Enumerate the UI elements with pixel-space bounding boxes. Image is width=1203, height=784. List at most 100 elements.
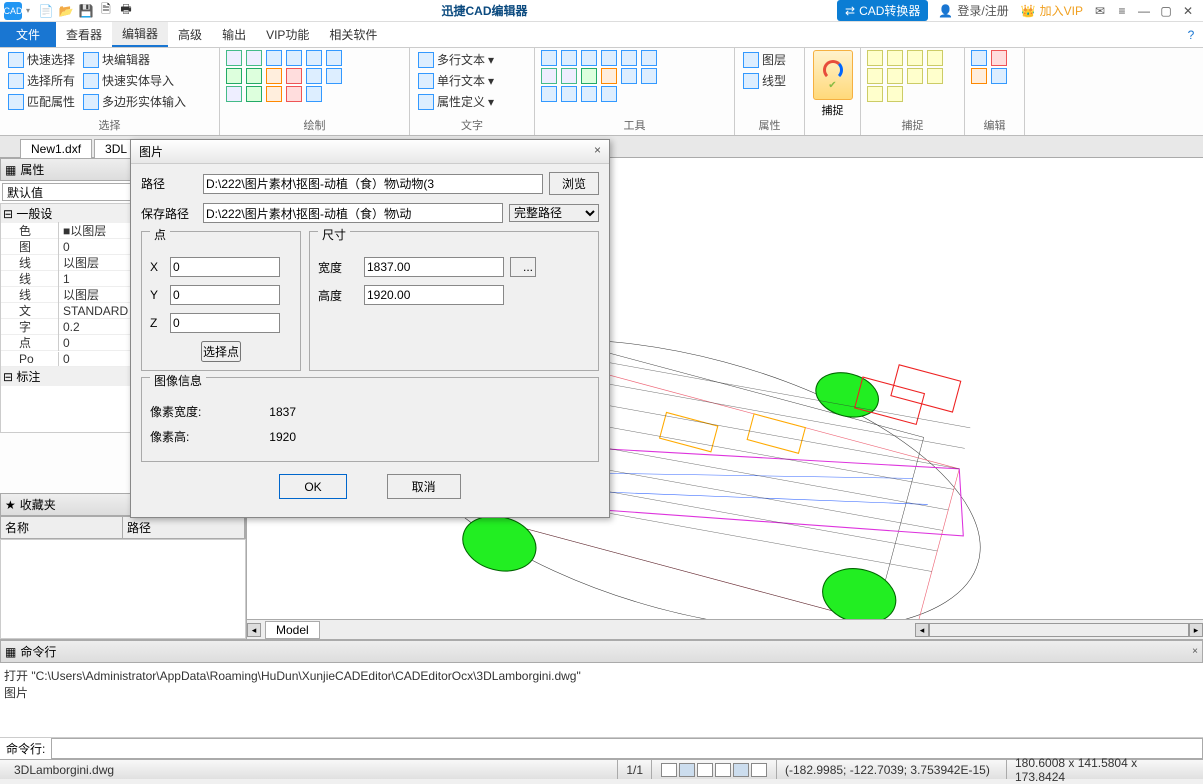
width-browse-button[interactable]: ... bbox=[510, 257, 536, 277]
rect-icon[interactable] bbox=[266, 50, 282, 66]
stext-button[interactable]: 单行文本▾ bbox=[416, 71, 528, 90]
tab-output[interactable]: 输出 bbox=[212, 22, 256, 47]
menu-icon[interactable]: ≡ bbox=[1111, 4, 1133, 18]
t5-icon[interactable] bbox=[621, 50, 637, 66]
t1-icon[interactable] bbox=[541, 50, 557, 66]
help-icon[interactable]: ? bbox=[1179, 28, 1203, 42]
t8-icon[interactable] bbox=[561, 68, 577, 84]
t11-icon[interactable] bbox=[621, 68, 637, 84]
s8-icon[interactable] bbox=[927, 68, 943, 84]
solid-import-button[interactable]: 快速实体导入 bbox=[81, 71, 176, 90]
snap-toggle-icon[interactable] bbox=[661, 763, 677, 777]
t15-icon[interactable] bbox=[581, 86, 597, 102]
tab-advanced[interactable]: 高级 bbox=[168, 22, 212, 47]
ray-icon[interactable] bbox=[326, 68, 342, 84]
select-all-button[interactable]: 选择所有 bbox=[6, 71, 77, 90]
dialog-titlebar[interactable]: 图片× bbox=[131, 140, 609, 164]
s1-icon[interactable] bbox=[867, 50, 883, 66]
t4-icon[interactable] bbox=[601, 50, 617, 66]
pline-icon[interactable] bbox=[246, 50, 262, 66]
qat-dropdown-icon[interactable]: ▾ bbox=[26, 6, 36, 15]
t10-icon[interactable] bbox=[601, 68, 617, 84]
login-button[interactable]: 👤登录/注册 bbox=[938, 2, 1008, 19]
saveas-icon[interactable]: 🗎 bbox=[96, 3, 116, 19]
line-icon[interactable] bbox=[226, 50, 242, 66]
xline-icon[interactable] bbox=[226, 86, 242, 102]
tab-viewer[interactable]: 查看器 bbox=[56, 22, 112, 47]
z-input[interactable] bbox=[170, 313, 280, 333]
grid-toggle-icon[interactable] bbox=[679, 763, 695, 777]
attrdef-button[interactable]: 属性定义▾ bbox=[416, 92, 528, 111]
mtext-button[interactable]: 多行文本▾ bbox=[416, 50, 528, 69]
panel-close-icon[interactable]: × bbox=[1192, 646, 1198, 657]
quick-select-button[interactable]: 快速选择 bbox=[6, 50, 77, 69]
height-input[interactable] bbox=[364, 285, 504, 305]
width-input[interactable] bbox=[364, 257, 504, 277]
boundary-icon[interactable] bbox=[266, 86, 282, 102]
s10-icon[interactable] bbox=[887, 86, 903, 102]
copy-icon[interactable] bbox=[971, 50, 987, 66]
tab-related[interactable]: 相关软件 bbox=[319, 22, 387, 47]
s2-icon[interactable] bbox=[887, 50, 903, 66]
hatch-icon[interactable] bbox=[246, 86, 262, 102]
close-button[interactable]: ✕ bbox=[1177, 4, 1199, 18]
open-icon[interactable]: 📂 bbox=[56, 3, 76, 19]
t9-icon[interactable] bbox=[581, 68, 597, 84]
dialog-close-icon[interactable]: × bbox=[594, 143, 601, 160]
polar-toggle-icon[interactable] bbox=[715, 763, 731, 777]
save-icon[interactable]: 💾 bbox=[76, 3, 96, 19]
s4-icon[interactable] bbox=[927, 50, 943, 66]
delete-icon[interactable] bbox=[991, 50, 1007, 66]
spline-icon[interactable] bbox=[286, 68, 302, 84]
cad-converter-button[interactable]: ⇄CAD转换器 bbox=[837, 0, 928, 21]
x-input[interactable] bbox=[170, 257, 280, 277]
snap-button[interactable]: ✔ bbox=[813, 50, 853, 100]
ok-button[interactable]: OK bbox=[279, 474, 346, 499]
new-icon[interactable]: 📄 bbox=[36, 3, 56, 19]
favorites-list[interactable] bbox=[0, 539, 246, 639]
command-log[interactable]: 打开 "C:\Users\Administrator\AppData\Roami… bbox=[0, 663, 1203, 737]
feedback-icon[interactable]: ✉ bbox=[1089, 4, 1111, 18]
browse-button[interactable]: 浏览 bbox=[549, 172, 599, 195]
s7-icon[interactable] bbox=[907, 68, 923, 84]
t7-icon[interactable] bbox=[541, 68, 557, 84]
file-menu-button[interactable]: 文件 bbox=[0, 22, 56, 47]
table-icon[interactable] bbox=[306, 86, 322, 102]
circle-icon[interactable] bbox=[226, 68, 242, 84]
lwt-toggle-icon[interactable] bbox=[751, 763, 767, 777]
cut-icon[interactable] bbox=[971, 68, 987, 84]
layer-button[interactable]: 图层 bbox=[741, 50, 798, 69]
poly-solid-button[interactable]: 多边形实体输入 bbox=[81, 92, 188, 111]
s5-icon[interactable] bbox=[867, 68, 883, 84]
y-input[interactable] bbox=[170, 285, 280, 305]
polygon-icon[interactable] bbox=[266, 68, 282, 84]
osnap-toggle-icon[interactable] bbox=[733, 763, 749, 777]
maximize-button[interactable]: ▢ bbox=[1155, 4, 1177, 18]
hscroll-right-icon[interactable]: ▸ bbox=[1189, 623, 1203, 637]
ltype-button[interactable]: 线型 bbox=[741, 71, 798, 90]
t2-icon[interactable] bbox=[561, 50, 577, 66]
s9-icon[interactable] bbox=[867, 86, 883, 102]
t12-icon[interactable] bbox=[641, 68, 657, 84]
s3-icon[interactable] bbox=[907, 50, 923, 66]
vip-button[interactable]: 👑加入VIP bbox=[1021, 2, 1083, 19]
print-icon[interactable]: 🖶 bbox=[116, 3, 136, 19]
arc-icon[interactable] bbox=[286, 50, 302, 66]
t14-icon[interactable] bbox=[561, 86, 577, 102]
path-mode-select[interactable]: 完整路径 bbox=[509, 204, 599, 222]
t16-icon[interactable] bbox=[601, 86, 617, 102]
t13-icon[interactable] bbox=[541, 86, 557, 102]
point-icon[interactable] bbox=[306, 68, 322, 84]
minimize-button[interactable]: — bbox=[1133, 4, 1155, 18]
tab-vip[interactable]: VIP功能 bbox=[256, 22, 319, 47]
t6-icon[interactable] bbox=[641, 50, 657, 66]
hscroll-left-icon[interactable]: ◂ bbox=[915, 623, 929, 637]
save-path-input[interactable] bbox=[203, 203, 503, 223]
horizontal-scrollbar[interactable] bbox=[929, 623, 1189, 637]
t3-icon[interactable] bbox=[581, 50, 597, 66]
pick-point-button[interactable]: 选择点 bbox=[201, 341, 241, 362]
cancel-button[interactable]: 取消 bbox=[387, 474, 461, 499]
shape-icon[interactable] bbox=[306, 50, 322, 66]
match-prop-button[interactable]: 匹配属性 bbox=[6, 92, 77, 111]
paste-icon[interactable] bbox=[991, 68, 1007, 84]
